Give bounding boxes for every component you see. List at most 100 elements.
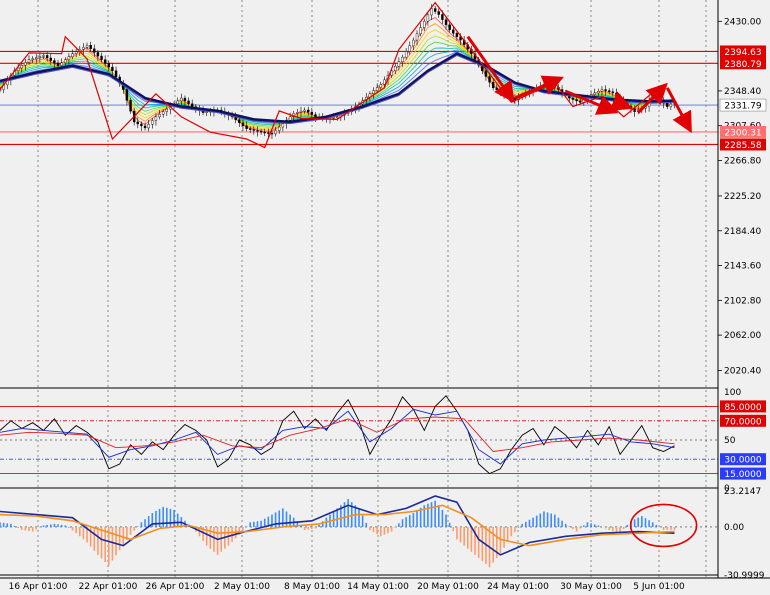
candle-body <box>278 126 281 131</box>
candle-body <box>35 57 38 59</box>
candle-body <box>71 53 74 57</box>
x-tick-label: 16 Apr 01:00 <box>9 582 68 592</box>
candle-body <box>64 59 67 63</box>
candle-body <box>611 91 615 94</box>
candle-body <box>256 130 259 132</box>
candle-body <box>238 119 241 123</box>
candle-body <box>600 89 604 92</box>
level-label-tag-text: 2300.31 <box>724 128 761 138</box>
y-tick-label: 2102.80 <box>724 296 761 306</box>
candle-body <box>608 90 611 93</box>
candle-body <box>455 33 459 37</box>
candle-body <box>151 120 154 125</box>
x-tick-label: 8 May 01:00 <box>284 582 340 592</box>
macd-tick-label: 0.00 <box>724 523 744 533</box>
osc-tick-label: 50 <box>724 436 736 446</box>
candle-body <box>288 116 292 121</box>
level-label-tag-text: 2380.79 <box>724 60 761 70</box>
x-tick-label: 2 May 01:00 <box>214 582 270 592</box>
osc-level-label-tag-text: 85.0000 <box>724 403 761 413</box>
candle-body <box>180 97 183 102</box>
candle-body <box>274 130 277 135</box>
y-tick-label: 2348.40 <box>724 87 761 97</box>
candle-body <box>85 44 89 48</box>
candle-body <box>314 114 317 118</box>
candle-body <box>96 52 100 57</box>
candle-body <box>82 47 85 50</box>
candle-body <box>571 97 575 100</box>
candle-body <box>499 89 502 93</box>
candle-body <box>187 100 190 104</box>
osc-level-label-tag-text: 30.0000 <box>724 456 761 466</box>
y-tick-label: 2430.00 <box>724 17 761 27</box>
candle-body <box>111 66 114 71</box>
candle-body <box>136 121 139 125</box>
candle-body <box>205 111 208 113</box>
candle-body <box>42 55 45 57</box>
candle-body <box>423 21 426 28</box>
candle-body <box>252 129 256 131</box>
candle-body <box>147 124 150 129</box>
candle-body <box>433 8 437 12</box>
candle-body <box>404 51 408 58</box>
candle-body <box>375 87 379 91</box>
macd-tick-label: 23.2147 <box>724 487 761 497</box>
candle-body <box>430 8 433 16</box>
candle-body <box>332 117 335 119</box>
y-tick-label: 2184.40 <box>724 227 761 237</box>
candle-body <box>299 110 303 113</box>
osc-tick-label: 100 <box>724 388 741 398</box>
candle-body <box>27 59 31 63</box>
candle-body <box>307 109 310 113</box>
candle-body <box>452 29 455 34</box>
candle-body <box>579 100 582 103</box>
x-tick-label: 5 Jun 01:00 <box>633 582 685 592</box>
candle-body <box>154 116 158 121</box>
candle-body <box>336 116 339 118</box>
candle-body <box>31 58 34 60</box>
candle-body <box>241 122 245 126</box>
osc-level-label-tag-text: 15.0000 <box>724 470 761 480</box>
candle-body <box>372 90 375 95</box>
candle-body <box>629 105 633 110</box>
trading-chart[interactable]: 16 Apr 01:00 22 Apr 01:00 26 Apr 01:00 2 Ma… <box>0 0 770 595</box>
chart-root: 16 Apr 01:00 22 Apr 01:00 26 Apr 01:00 2 Ma… <box>0 0 770 595</box>
candle-body <box>103 59 107 64</box>
candle-body <box>107 63 110 68</box>
y-tick-label: 2020.40 <box>724 367 761 377</box>
candle-body <box>267 132 270 134</box>
candle-body <box>488 76 491 83</box>
candle-body <box>183 97 187 102</box>
candle-body <box>441 14 444 20</box>
candle-body <box>45 55 49 59</box>
candle-body <box>303 109 306 112</box>
candle-body <box>74 51 78 54</box>
candle-body <box>495 87 498 91</box>
candle-body <box>669 103 673 107</box>
candle-body <box>633 108 636 112</box>
candle-body <box>93 48 96 53</box>
candle-body <box>484 70 488 77</box>
candle-body <box>190 103 194 107</box>
current-price-label: 2331.79 <box>724 102 761 112</box>
candle-body <box>114 70 118 78</box>
candle-body <box>245 125 248 129</box>
candle-body <box>140 123 143 127</box>
candle-body <box>415 33 419 41</box>
candle-body <box>89 44 92 50</box>
x-tick-label: 14 May 01:00 <box>347 582 409 592</box>
candle-body <box>437 11 440 15</box>
candle-body <box>176 100 179 104</box>
candle-body <box>593 92 596 95</box>
x-tick-label: 22 Apr 01:00 <box>79 582 138 592</box>
candle-body <box>67 56 71 60</box>
candle-body <box>448 24 451 31</box>
candle-body <box>296 112 299 114</box>
y-tick-label: 2266.80 <box>724 156 761 166</box>
candle-body <box>615 92 618 97</box>
candle-body <box>281 123 285 128</box>
x-tick-label: 24 May 01:00 <box>487 582 549 592</box>
candle-body <box>597 91 600 94</box>
candle-body <box>412 39 415 46</box>
candle-body <box>553 84 557 88</box>
